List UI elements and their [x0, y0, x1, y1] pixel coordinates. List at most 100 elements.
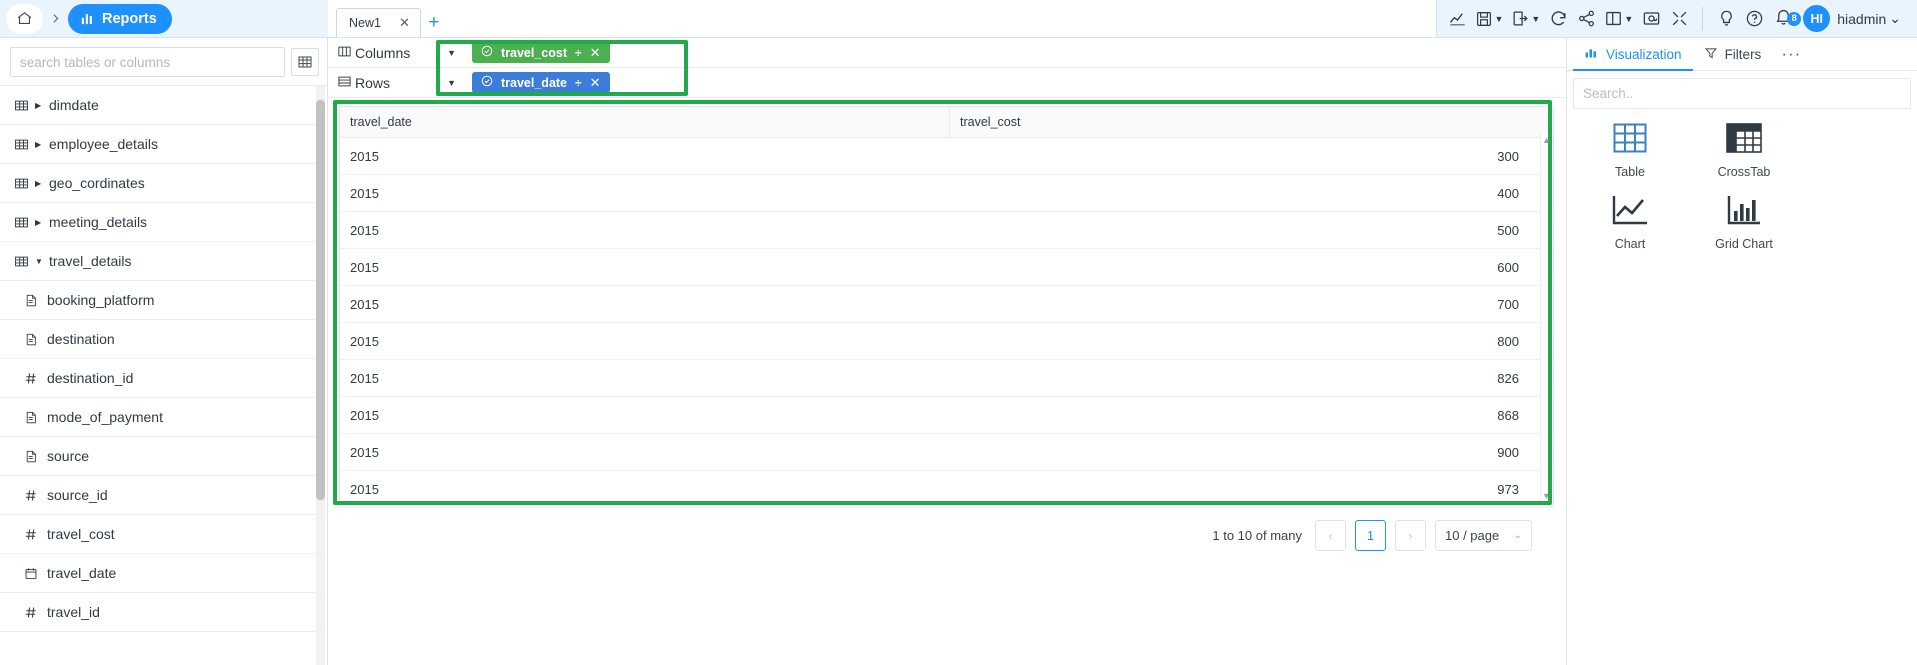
- breadcrumb-home[interactable]: [6, 3, 43, 34]
- breadcrumb: Reports: [0, 0, 328, 37]
- expand-arrow-icon[interactable]: ▶: [35, 218, 43, 227]
- page-size-select[interactable]: 10 / page ⌄: [1435, 520, 1532, 551]
- tree-table-geo-cordinates[interactable]: ▶ geo_cordinates: [0, 164, 327, 203]
- pill-remove-icon[interactable]: ✕: [590, 75, 601, 91]
- table-row[interactable]: 2015 300: [339, 137, 1554, 175]
- viz-option-crosstab[interactable]: CrossTab: [1687, 119, 1801, 191]
- tab-close-icon[interactable]: ✕: [399, 15, 410, 31]
- pill-travel-date[interactable]: travel_date ÷ ✕: [472, 72, 610, 93]
- cell-travel-date: 2015: [339, 359, 950, 397]
- avatar[interactable]: HI: [1803, 5, 1831, 32]
- tree-column-destination[interactable]: destination: [0, 320, 327, 359]
- page-size-label: 10 / page: [1445, 528, 1500, 543]
- search-input[interactable]: [20, 54, 275, 70]
- notifications-button[interactable]: 8: [1768, 7, 1803, 31]
- tab-visualization[interactable]: Visualization: [1573, 38, 1693, 71]
- tree-table-travel-details[interactable]: ▼ travel_details: [0, 242, 327, 281]
- tree-column-travel-date[interactable]: travel_date: [0, 554, 327, 593]
- tree-table-employee-details[interactable]: ▶ employee_details: [0, 125, 327, 164]
- share-icon[interactable]: [1572, 0, 1600, 38]
- chevron-down-icon: ▼: [1624, 13, 1634, 24]
- tree-column-source-id[interactable]: source_id: [0, 476, 327, 515]
- expand-arrow-icon[interactable]: ▶: [35, 140, 43, 149]
- table-row[interactable]: 2015 973: [339, 470, 1554, 508]
- tree-column-mode-of-payment[interactable]: mode_of_payment: [0, 398, 327, 437]
- viz-label: Grid Chart: [1715, 237, 1773, 251]
- aggregate-divide-icon[interactable]: ÷: [575, 46, 582, 60]
- viz-option-grid-chart[interactable]: Grid Chart: [1687, 191, 1801, 263]
- tree-table-meeting-details[interactable]: ▶ meeting_details: [0, 203, 327, 242]
- user-menu[interactable]: hiadmin ⌄: [1837, 10, 1901, 27]
- pill-label: travel_cost: [501, 45, 568, 60]
- table-row[interactable]: 2015 868: [339, 396, 1554, 434]
- tree-column-destination-id[interactable]: destination_id: [0, 359, 327, 398]
- lightbulb-icon[interactable]: [1712, 0, 1740, 38]
- expand-arrow-icon[interactable]: ▶: [35, 179, 43, 188]
- question-circle-icon[interactable]: [1740, 0, 1768, 38]
- tree-table-label: meeting_details: [49, 214, 148, 230]
- refresh-icon[interactable]: [1544, 0, 1572, 38]
- add-tab-button[interactable]: +: [421, 8, 447, 37]
- pill-travel-cost[interactable]: travel_cost ÷ ✕: [472, 42, 610, 63]
- viz-search-box[interactable]: [1573, 78, 1911, 109]
- tree-column-source[interactable]: source: [0, 437, 327, 476]
- shelf-rows-label[interactable]: Rows ▼: [328, 74, 465, 92]
- tree-column-label: mode_of_payment: [47, 409, 163, 425]
- pagination-page-1[interactable]: 1: [1355, 520, 1386, 551]
- column-header-travel-date[interactable]: travel_date: [339, 106, 950, 138]
- save-icon[interactable]: ▼: [1471, 0, 1507, 38]
- export-icon[interactable]: ▼: [1507, 0, 1544, 38]
- result-table: travel_date travel_cost 2015 300 2015 40…: [339, 106, 1554, 508]
- check-circle-icon: [481, 75, 493, 90]
- pagination-prev-button[interactable]: ‹: [1315, 520, 1346, 551]
- rows-icon: [337, 74, 352, 92]
- tab-filters[interactable]: Filters: [1693, 38, 1773, 71]
- tab-label: Visualization: [1606, 46, 1682, 62]
- tree-column-travel-id[interactable]: travel_id: [0, 593, 327, 632]
- table-row[interactable]: 2015 500: [339, 211, 1554, 249]
- tree-column-label: destination: [47, 331, 115, 347]
- expand-arrow-icon[interactable]: ▶: [35, 101, 43, 110]
- table-row[interactable]: 2015 826: [339, 359, 1554, 397]
- breadcrumb-item-reports[interactable]: Reports: [68, 3, 172, 34]
- tree-table-dimdate[interactable]: ▶ dimdate: [0, 86, 327, 125]
- aggregate-divide-icon[interactable]: ÷: [575, 76, 582, 90]
- tab-new1[interactable]: New1 ✕: [336, 8, 421, 37]
- tables-tree-wrapper: ▶ dimdate ▶ employee_details ▶ geo_cordi…: [0, 85, 327, 665]
- viz-search-input[interactable]: [1583, 86, 1901, 101]
- chevron-down-icon[interactable]: ▼: [447, 48, 456, 58]
- embed-icon[interactable]: [1637, 0, 1665, 38]
- right-panel-more-button[interactable]: ···: [1772, 38, 1810, 71]
- number-field-icon: [24, 527, 38, 542]
- chevron-down-icon[interactable]: ▼: [447, 78, 456, 88]
- scroll-down-icon[interactable]: ▼: [1542, 491, 1551, 501]
- table-row[interactable]: 2015 700: [339, 285, 1554, 323]
- tree-column-travel-cost[interactable]: travel_cost: [0, 515, 327, 554]
- cell-travel-date: 2015: [339, 174, 950, 212]
- table-grid-icon[interactable]: [291, 48, 319, 76]
- cell-travel-date: 2015: [339, 285, 950, 323]
- column-header-travel-cost[interactable]: travel_cost: [949, 106, 1554, 138]
- search-box[interactable]: [10, 47, 285, 77]
- collapse-arrow-icon[interactable]: ▼: [35, 257, 43, 266]
- report-canvas: Columns ▼ travel_cost ÷ ✕ Rows ▼ travel_…: [328, 38, 1567, 665]
- scroll-up-icon[interactable]: ▲: [1542, 135, 1551, 145]
- viz-option-chart[interactable]: Chart: [1573, 191, 1687, 263]
- table-row[interactable]: 2015 900: [339, 433, 1554, 471]
- table-row[interactable]: 2015 400: [339, 174, 1554, 212]
- tree-column-booking-platform[interactable]: booking_platform: [0, 281, 327, 320]
- table-row[interactable]: 2015 600: [339, 248, 1554, 286]
- viz-option-table[interactable]: Table: [1573, 119, 1687, 191]
- line-chart-icon[interactable]: [1443, 0, 1471, 38]
- pagination-next-button[interactable]: ›: [1395, 520, 1426, 551]
- pill-remove-icon[interactable]: ✕: [590, 45, 601, 61]
- shelf-columns-label[interactable]: Columns ▼: [328, 44, 465, 62]
- sidebar-scrollbar-thumb[interactable]: [316, 100, 325, 500]
- tab-label: Filters: [1724, 46, 1762, 62]
- table-scrollbar[interactable]: ▲ ▼: [1540, 132, 1552, 504]
- sidebar-scrollbar[interactable]: [316, 86, 325, 665]
- fullscreen-icon[interactable]: [1665, 0, 1693, 38]
- cell-travel-cost: 973: [949, 470, 1554, 508]
- table-row[interactable]: 2015 800: [339, 322, 1554, 360]
- layout-panel-icon[interactable]: ▼: [1600, 0, 1637, 38]
